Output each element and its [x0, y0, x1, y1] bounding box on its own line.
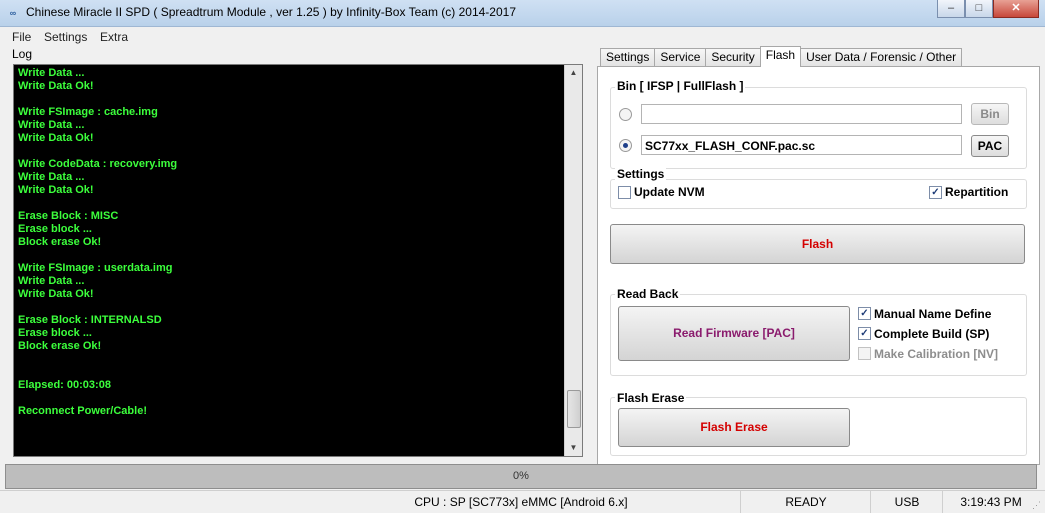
tab-strip: Settings Service Security Flash User Dat…	[600, 46, 963, 67]
log-line: Block erase Ok!	[18, 340, 102, 352]
repartition-checkbox[interactable]: ✓	[929, 186, 942, 199]
log-line: Write Data Ok!	[18, 184, 94, 196]
bin-group	[610, 87, 1027, 169]
manual-name-checkbox[interactable]: ✓	[858, 307, 871, 320]
log-line: Write Data Ok!	[18, 132, 94, 144]
log-line: Write Data ...	[18, 171, 85, 183]
log-text: Write Data ... Write Data Ok! Write FSImag…	[18, 67, 558, 418]
bin-group-label: Bin [ IFSP | FullFlash ]	[615, 79, 746, 93]
pac-button[interactable]: PAC	[971, 135, 1009, 157]
log-line: Erase block ...	[18, 223, 92, 235]
log-line: Write Data ...	[18, 275, 85, 287]
app-icon: ∞	[9, 8, 17, 18]
scroll-down-icon[interactable]: ▼	[565, 440, 582, 456]
log-line: Write FSImage : cache.img	[18, 106, 158, 118]
flash-tab-panel: Bin [ IFSP | FullFlash ] Bin SC77xx_FLAS…	[597, 66, 1040, 465]
window-controls: – □ ✕	[937, 0, 1039, 18]
status-cpu: CPU : SP [SC773x] eMMC [Android 6.x]	[414, 495, 628, 509]
tab-flash[interactable]: Flash	[759, 46, 802, 67]
maximize-button[interactable]: □	[965, 0, 993, 18]
log-line: Write Data Ok!	[18, 288, 94, 300]
progress-text: 0%	[513, 470, 529, 482]
menu-file[interactable]: File	[12, 30, 31, 44]
title-bar: ∞ Chinese Miracle II SPD ( Spreadtrum Mo…	[0, 0, 1045, 27]
tab-service[interactable]: Service	[654, 48, 707, 66]
scroll-up-icon[interactable]: ▲	[565, 65, 582, 81]
status-bar: CPU : SP [SC773x] eMMC [Android 6.x] REA…	[0, 490, 1045, 513]
scroll-thumb[interactable]	[567, 390, 581, 428]
update-nvm-checkbox[interactable]	[618, 186, 631, 199]
status-time: 3:19:43 PM	[942, 491, 1039, 513]
log-line: Erase block ...	[18, 327, 92, 339]
bin-button[interactable]: Bin	[971, 103, 1009, 125]
pac-path-input[interactable]: SC77xx_FLASH_CONF.pac.sc	[641, 135, 962, 155]
log-line: Write Data ...	[18, 67, 85, 79]
flash-button[interactable]: Flash	[610, 224, 1025, 264]
make-calibration-label: Make Calibration [NV]	[874, 347, 999, 361]
make-calibration-checkbox[interactable]	[858, 347, 871, 360]
menu-bar: File Settings Extra	[0, 27, 1045, 45]
log-line: Reconnect Power/Cable!	[18, 405, 147, 417]
bin-path-input[interactable]	[641, 104, 962, 124]
tab-settings[interactable]: Settings	[600, 48, 656, 66]
repartition-label: Repartition	[945, 185, 1009, 199]
menu-settings[interactable]: Settings	[44, 30, 87, 44]
log-label: Log	[12, 47, 33, 61]
window-title: Chinese Miracle II SPD ( Spreadtrum Modu…	[26, 5, 516, 19]
resize-grip-icon[interactable]: ⋰	[1032, 500, 1042, 510]
log-line: Erase Block : MISC	[18, 210, 119, 222]
close-button[interactable]: ✕	[993, 0, 1039, 18]
log-scrollbar[interactable]: ▲ ▼	[564, 65, 582, 456]
status-state: READY	[740, 491, 871, 513]
read-back-group-label: Read Back	[615, 287, 681, 301]
flash-erase-group-label: Flash Erase	[615, 391, 687, 405]
pac-radio[interactable]	[619, 139, 632, 152]
manual-name-label: Manual Name Define	[874, 307, 992, 321]
flash-erase-button[interactable]: Flash Erase	[618, 408, 850, 447]
read-firmware-button[interactable]: Read Firmware [PAC]	[618, 306, 850, 361]
tab-security[interactable]: Security	[705, 48, 761, 66]
update-nvm-label: Update NVM	[634, 185, 705, 199]
log-panel[interactable]: Write Data ... Write Data Ok! Write FSImag…	[13, 64, 583, 457]
settings-group-label: Settings	[615, 167, 667, 181]
log-line: Write Data ...	[18, 119, 85, 131]
log-line: Elapsed: 00:03:08	[18, 379, 111, 391]
status-connection: USB	[870, 491, 943, 513]
complete-build-checkbox[interactable]: ✓	[858, 327, 871, 340]
log-line: Erase Block : INTERNALSD	[18, 314, 162, 326]
log-line: Write CodeData : recovery.img	[18, 158, 178, 170]
complete-build-label: Complete Build (SP)	[874, 327, 990, 341]
progress-bar: 0%	[5, 464, 1037, 489]
menu-extra[interactable]: Extra	[100, 30, 128, 44]
tab-user-data[interactable]: User Data / Forensic / Other	[800, 48, 963, 66]
minimize-button[interactable]: –	[937, 0, 965, 18]
log-line: Write FSImage : userdata.img	[18, 262, 173, 274]
log-line: Block erase Ok!	[18, 236, 102, 248]
bin-radio[interactable]	[619, 108, 632, 121]
log-line: Write Data Ok!	[18, 80, 94, 92]
